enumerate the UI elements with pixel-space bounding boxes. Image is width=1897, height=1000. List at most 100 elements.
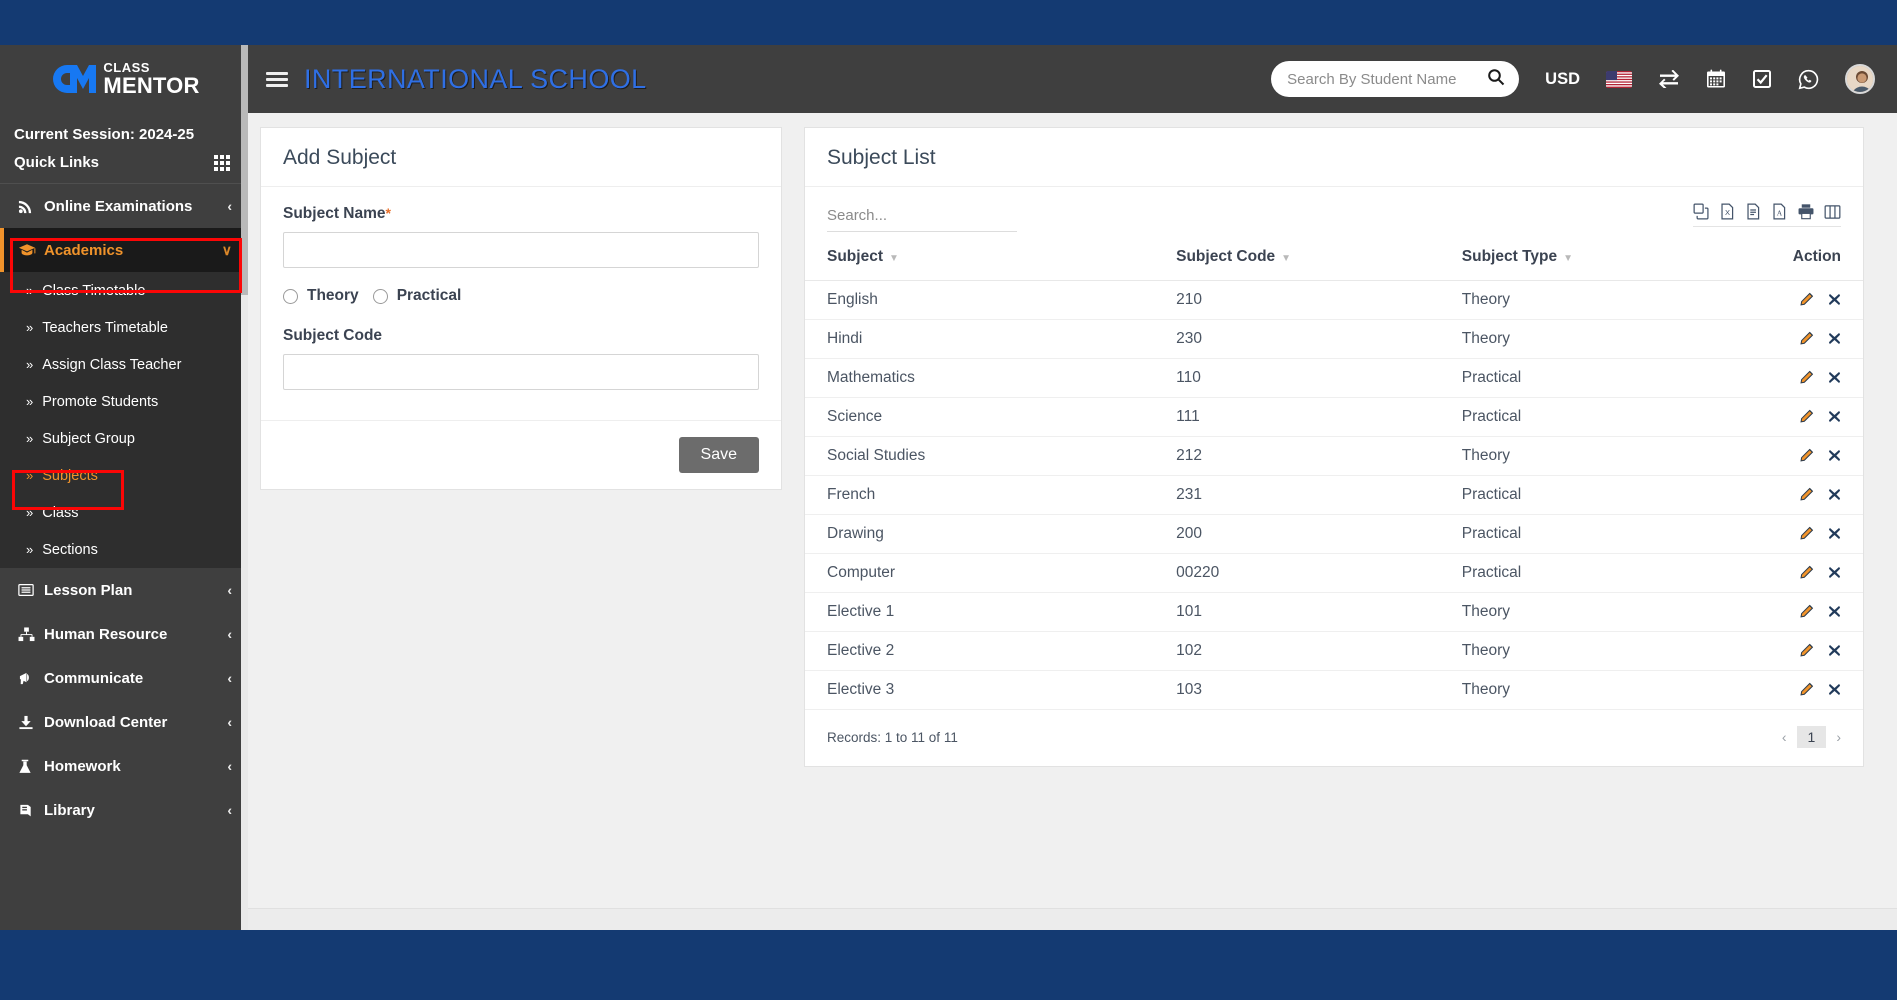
delete-x-icon[interactable] xyxy=(1828,605,1841,618)
sidebar-item-lesson-plan[interactable]: Lesson Plan ‹ xyxy=(0,568,248,612)
sidebar-item-class[interactable]: » Class xyxy=(0,494,248,531)
add-subject-form: Subject Name* Theory Practical Subject C… xyxy=(261,187,781,420)
sidebar-item-human-resource[interactable]: Human Resource ‹ xyxy=(0,612,248,656)
chevron-left-icon: ‹ xyxy=(227,714,232,730)
sub-item-label: Promote Students xyxy=(42,393,159,410)
edit-pencil-icon[interactable] xyxy=(1799,565,1814,580)
radio-theory[interactable]: Theory xyxy=(283,287,359,305)
radio-practical-dot[interactable] xyxy=(372,288,388,304)
hamburger-icon[interactable] xyxy=(266,69,288,90)
cell-subject: Science xyxy=(805,397,1155,437)
radio-practical[interactable]: Practical xyxy=(372,287,461,305)
save-button[interactable]: Save xyxy=(678,437,759,473)
column-header-subject-type[interactable]: Subject Type ▼ xyxy=(1439,236,1737,281)
sidebar-scrollbar-thumb[interactable] xyxy=(241,45,248,295)
download-icon xyxy=(18,715,44,730)
cell-subject: Mathematics xyxy=(805,358,1155,398)
double-chevron-icon: » xyxy=(26,320,34,335)
sidebar-item-sections[interactable]: » Sections xyxy=(0,531,248,568)
sort-arrow-icon: ▼ xyxy=(1563,253,1574,264)
sidebar-item-download-center[interactable]: Download Center ‹ xyxy=(0,700,248,744)
column-visibility-icon[interactable] xyxy=(1824,204,1841,220)
pagination-page-1[interactable]: 1 xyxy=(1796,726,1827,748)
pagination-prev[interactable]: ‹ xyxy=(1782,729,1787,745)
cell-subject-type: Practical xyxy=(1439,397,1737,437)
table-row: Mathematics 110 Practical xyxy=(805,358,1863,398)
us-flag-icon[interactable] xyxy=(1606,70,1632,88)
checkbox-icon[interactable] xyxy=(1752,69,1772,89)
academics-submenu: » Class Timetable » Teachers Timetable »… xyxy=(0,272,248,568)
column-header-subject[interactable]: Subject ▼ xyxy=(805,236,1155,281)
student-search-box[interactable] xyxy=(1271,61,1520,97)
print-icon[interactable] xyxy=(1797,203,1815,220)
sidebar-item-academics[interactable]: Academics ∨ xyxy=(0,228,248,272)
sidebar-item-teachers-timetable[interactable]: » Teachers Timetable xyxy=(0,309,248,346)
delete-x-icon[interactable] xyxy=(1828,683,1841,696)
subject-name-label: Subject Name* xyxy=(283,205,759,223)
brand-logo[interactable]: CLASS MENTOR xyxy=(0,45,248,113)
edit-pencil-icon[interactable] xyxy=(1799,526,1814,541)
edit-pencil-icon[interactable] xyxy=(1799,487,1814,502)
delete-x-icon[interactable] xyxy=(1828,410,1841,423)
calendar-icon[interactable] xyxy=(1706,69,1726,89)
delete-x-icon[interactable] xyxy=(1828,371,1841,384)
edit-pencil-icon[interactable] xyxy=(1799,643,1814,658)
edit-pencil-icon[interactable] xyxy=(1799,604,1814,619)
delete-x-icon[interactable] xyxy=(1828,527,1841,540)
copy-icon[interactable] xyxy=(1693,203,1710,220)
edit-pencil-icon[interactable] xyxy=(1799,448,1814,463)
session-box: Current Session: 2024-25 Quick Links xyxy=(0,113,248,183)
pdf-icon[interactable]: A xyxy=(1771,203,1788,220)
delete-x-icon[interactable] xyxy=(1828,332,1841,345)
sidebar-item-subjects[interactable]: » Subjects xyxy=(0,457,248,494)
cell-subject-type: Theory xyxy=(1439,631,1737,671)
delete-x-icon[interactable] xyxy=(1828,293,1841,306)
currency-label[interactable]: USD xyxy=(1545,70,1580,89)
radio-theory-dot[interactable] xyxy=(283,288,298,304)
delete-x-icon[interactable] xyxy=(1828,566,1841,579)
pagination-next[interactable]: › xyxy=(1836,729,1841,745)
sidebar-item-assign-class-teacher[interactable]: » Assign Class Teacher xyxy=(0,346,248,383)
delete-x-icon[interactable] xyxy=(1828,644,1841,657)
quick-links-row[interactable]: Quick Links xyxy=(14,148,234,183)
whatsapp-icon[interactable] xyxy=(1798,69,1819,90)
delete-x-icon[interactable] xyxy=(1828,449,1841,462)
list-search-input[interactable] xyxy=(827,203,1017,232)
edit-pencil-icon[interactable] xyxy=(1799,409,1814,424)
table-row: Elective 1 101 Theory xyxy=(805,592,1863,632)
org-chart-icon xyxy=(18,626,44,642)
sidebar-item-homework[interactable]: Homework ‹ xyxy=(0,744,248,788)
table-header-row: Subject ▼ Subject Code ▼ Subject Type ▼ Act… xyxy=(805,236,1863,281)
sidebar-item-label: Lesson Plan xyxy=(44,581,133,599)
sidebar-item-online-examinations[interactable]: Online Examinations ‹ xyxy=(0,184,248,228)
current-session-label: Current Session: 2024-25 xyxy=(14,126,195,143)
edit-pencil-icon[interactable] xyxy=(1799,331,1814,346)
edit-pencil-icon[interactable] xyxy=(1799,292,1814,307)
sidebar-item-library[interactable]: Library ‹ xyxy=(0,788,248,832)
sidebar-item-class-timetable[interactable]: » Class Timetable xyxy=(0,272,248,309)
sidebar-item-communicate[interactable]: Communicate ‹ xyxy=(0,656,248,700)
sidebar-scrollbar-track[interactable] xyxy=(241,45,248,930)
sidebar-item-promote-students[interactable]: » Promote Students xyxy=(0,383,248,420)
subject-list-title: Subject List xyxy=(827,146,936,169)
cell-subject: Social Studies xyxy=(805,436,1155,476)
edit-pencil-icon[interactable] xyxy=(1799,370,1814,385)
csv-icon[interactable] xyxy=(1745,203,1762,220)
edit-pencil-icon[interactable] xyxy=(1799,682,1814,697)
search-icon[interactable] xyxy=(1487,68,1505,91)
sidebar-item-subject-group[interactable]: » Subject Group xyxy=(0,420,248,457)
sidebar-item-label: Homework xyxy=(44,757,121,775)
subject-code-input[interactable] xyxy=(283,354,759,390)
column-header-subject-code[interactable]: Subject Code ▼ xyxy=(1154,236,1440,281)
table-row: Hindi 230 Theory xyxy=(805,319,1863,359)
delete-x-icon[interactable] xyxy=(1828,488,1841,501)
subject-name-input[interactable] xyxy=(283,232,759,268)
cell-subject-code: 200 xyxy=(1154,514,1440,554)
cell-subject-type: Theory xyxy=(1439,280,1737,320)
avatar[interactable] xyxy=(1845,64,1875,94)
exchange-arrows-icon[interactable] xyxy=(1658,70,1680,88)
search-input[interactable] xyxy=(1287,70,1488,88)
sidebar-item-label: Academics xyxy=(44,241,124,259)
cell-actions xyxy=(1736,514,1863,554)
excel-icon[interactable]: X xyxy=(1719,203,1736,220)
